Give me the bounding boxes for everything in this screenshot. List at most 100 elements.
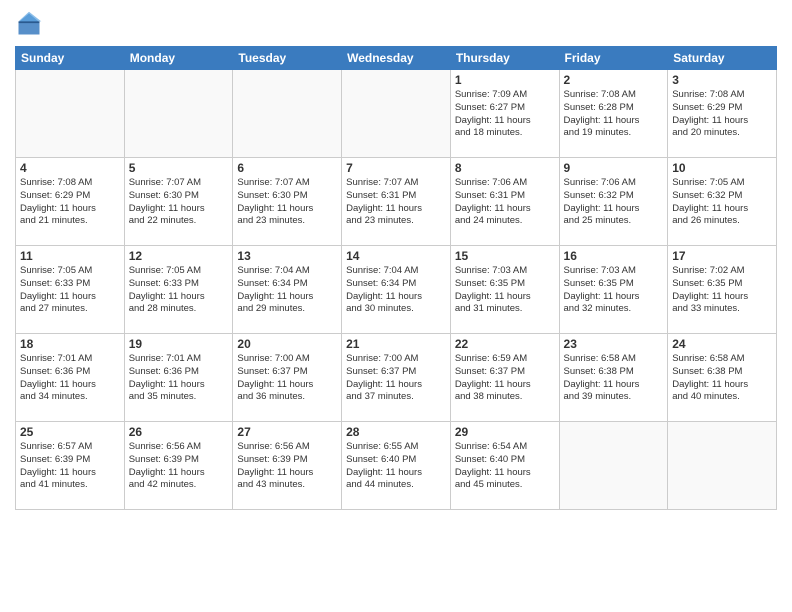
calendar-cell: 29 Sunrise: 6:54 AM Sunset: 6:40 PM Dayli… (450, 422, 559, 510)
day-info: Sunrise: 7:08 AM Sunset: 6:28 PM Dayligh… (564, 89, 664, 140)
day-number: 16 (564, 249, 664, 263)
day-number: 14 (346, 249, 446, 263)
day-info: Sunrise: 7:07 AM Sunset: 6:30 PM Dayligh… (237, 177, 337, 228)
calendar-cell (16, 70, 125, 158)
calendar-cell: 7 Sunrise: 7:07 AM Sunset: 6:31 PM Daylig… (342, 158, 451, 246)
logo-icon (15, 10, 43, 38)
day-number: 24 (672, 337, 772, 351)
day-number: 7 (346, 161, 446, 175)
calendar-cell: 25 Sunrise: 6:57 AM Sunset: 6:39 PM Dayli… (16, 422, 125, 510)
day-number: 23 (564, 337, 664, 351)
calendar-cell: 12 Sunrise: 7:05 AM Sunset: 6:33 PM Dayli… (124, 246, 233, 334)
calendar-cell: 2 Sunrise: 7:08 AM Sunset: 6:28 PM Daylig… (559, 70, 668, 158)
calendar-cell: 22 Sunrise: 6:59 AM Sunset: 6:37 PM Dayli… (450, 334, 559, 422)
day-number: 15 (455, 249, 555, 263)
calendar-header-sunday: Sunday (16, 47, 125, 70)
day-number: 13 (237, 249, 337, 263)
day-number: 19 (129, 337, 229, 351)
day-info: Sunrise: 7:05 AM Sunset: 6:33 PM Dayligh… (129, 265, 229, 316)
calendar-cell: 26 Sunrise: 6:56 AM Sunset: 6:39 PM Dayli… (124, 422, 233, 510)
day-number: 18 (20, 337, 120, 351)
calendar-cell: 27Sunrise: 6:56 AM Sunset: 6:39 PM Dayli… (233, 422, 342, 510)
calendar-cell (342, 70, 451, 158)
day-info: Sunrise: 6:54 AM Sunset: 6:40 PM Dayligh… (455, 441, 555, 492)
week-row-5: 25 Sunrise: 6:57 AM Sunset: 6:39 PM Dayli… (16, 422, 777, 510)
day-info: Sunrise: 7:04 AM Sunset: 6:34 PM Dayligh… (237, 265, 337, 316)
day-number: 26 (129, 425, 229, 439)
calendar-cell: 4Sunrise: 7:08 AM Sunset: 6:29 PM Daylig… (16, 158, 125, 246)
calendar: SundayMondayTuesdayWednesdayThursdayFrid… (15, 46, 777, 510)
day-info: Sunrise: 7:03 AM Sunset: 6:35 PM Dayligh… (455, 265, 555, 316)
day-number: 4 (20, 161, 120, 175)
day-info: Sunrise: 7:09 AM Sunset: 6:27 PM Dayligh… (455, 89, 555, 140)
day-info: Sunrise: 7:01 AM Sunset: 6:36 PM Dayligh… (20, 353, 120, 404)
calendar-cell: 16 Sunrise: 7:03 AM Sunset: 6:35 PM Dayli… (559, 246, 668, 334)
calendar-cell: 17Sunrise: 7:02 AM Sunset: 6:35 PM Dayli… (668, 246, 777, 334)
header (15, 10, 777, 38)
week-row-4: 18 Sunrise: 7:01 AM Sunset: 6:36 PM Dayli… (16, 334, 777, 422)
calendar-cell (124, 70, 233, 158)
calendar-cell: 10 Sunrise: 7:05 AM Sunset: 6:32 PM Dayli… (668, 158, 777, 246)
calendar-cell (559, 422, 668, 510)
day-info: Sunrise: 7:00 AM Sunset: 6:37 PM Dayligh… (237, 353, 337, 404)
week-row-3: 11Sunrise: 7:05 AM Sunset: 6:33 PM Dayli… (16, 246, 777, 334)
day-number: 5 (129, 161, 229, 175)
calendar-cell: 13 Sunrise: 7:04 AM Sunset: 6:34 PM Dayli… (233, 246, 342, 334)
calendar-cell (668, 422, 777, 510)
calendar-cell: 3Sunrise: 7:08 AM Sunset: 6:29 PM Daylig… (668, 70, 777, 158)
day-info: Sunrise: 7:05 AM Sunset: 6:32 PM Dayligh… (672, 177, 772, 228)
day-number: 8 (455, 161, 555, 175)
calendar-header-saturday: Saturday (668, 47, 777, 70)
day-info: Sunrise: 7:01 AM Sunset: 6:36 PM Dayligh… (129, 353, 229, 404)
day-info: Sunrise: 7:04 AM Sunset: 6:34 PM Dayligh… (346, 265, 446, 316)
day-info: Sunrise: 7:05 AM Sunset: 6:33 PM Dayligh… (20, 265, 120, 316)
day-number: 22 (455, 337, 555, 351)
day-info: Sunrise: 7:08 AM Sunset: 6:29 PM Dayligh… (672, 89, 772, 140)
calendar-cell: 14 Sunrise: 7:04 AM Sunset: 6:34 PM Dayli… (342, 246, 451, 334)
day-info: Sunrise: 7:00 AM Sunset: 6:37 PM Dayligh… (346, 353, 446, 404)
day-info: Sunrise: 7:06 AM Sunset: 6:31 PM Dayligh… (455, 177, 555, 228)
week-row-1: 1 Sunrise: 7:09 AM Sunset: 6:27 PM Daylig… (16, 70, 777, 158)
calendar-header-thursday: Thursday (450, 47, 559, 70)
calendar-cell: 9Sunrise: 7:06 AM Sunset: 6:32 PM Daylig… (559, 158, 668, 246)
week-row-2: 4Sunrise: 7:08 AM Sunset: 6:29 PM Daylig… (16, 158, 777, 246)
day-info: Sunrise: 6:58 AM Sunset: 6:38 PM Dayligh… (564, 353, 664, 404)
logo (15, 10, 47, 38)
calendar-cell: 21 Sunrise: 7:00 AM Sunset: 6:37 PM Dayli… (342, 334, 451, 422)
day-info: Sunrise: 6:57 AM Sunset: 6:39 PM Dayligh… (20, 441, 120, 492)
calendar-cell: 20 Sunrise: 7:00 AM Sunset: 6:37 PM Dayli… (233, 334, 342, 422)
day-info: Sunrise: 6:56 AM Sunset: 6:39 PM Dayligh… (129, 441, 229, 492)
day-number: 12 (129, 249, 229, 263)
day-info: Sunrise: 6:56 AM Sunset: 6:39 PM Dayligh… (237, 441, 337, 492)
calendar-cell: 24 Sunrise: 6:58 AM Sunset: 6:38 PM Dayli… (668, 334, 777, 422)
day-number: 2 (564, 73, 664, 87)
calendar-cell: 28 Sunrise: 6:55 AM Sunset: 6:40 PM Dayli… (342, 422, 451, 510)
day-info: Sunrise: 7:07 AM Sunset: 6:31 PM Dayligh… (346, 177, 446, 228)
calendar-header-tuesday: Tuesday (233, 47, 342, 70)
calendar-cell: 15 Sunrise: 7:03 AM Sunset: 6:35 PM Dayli… (450, 246, 559, 334)
calendar-cell: 11Sunrise: 7:05 AM Sunset: 6:33 PM Dayli… (16, 246, 125, 334)
calendar-header-row: SundayMondayTuesdayWednesdayThursdayFrid… (16, 47, 777, 70)
day-number: 20 (237, 337, 337, 351)
day-info: Sunrise: 7:03 AM Sunset: 6:35 PM Dayligh… (564, 265, 664, 316)
calendar-cell: 6 Sunrise: 7:07 AM Sunset: 6:30 PM Daylig… (233, 158, 342, 246)
calendar-cell: 23 Sunrise: 6:58 AM Sunset: 6:38 PM Dayli… (559, 334, 668, 422)
day-info: Sunrise: 6:59 AM Sunset: 6:37 PM Dayligh… (455, 353, 555, 404)
day-number: 10 (672, 161, 772, 175)
day-number: 25 (20, 425, 120, 439)
calendar-header-wednesday: Wednesday (342, 47, 451, 70)
calendar-cell: 8 Sunrise: 7:06 AM Sunset: 6:31 PM Daylig… (450, 158, 559, 246)
day-info: Sunrise: 7:02 AM Sunset: 6:35 PM Dayligh… (672, 265, 772, 316)
day-info: Sunrise: 6:58 AM Sunset: 6:38 PM Dayligh… (672, 353, 772, 404)
day-number: 28 (346, 425, 446, 439)
day-info: Sunrise: 7:07 AM Sunset: 6:30 PM Dayligh… (129, 177, 229, 228)
calendar-cell: 1 Sunrise: 7:09 AM Sunset: 6:27 PM Daylig… (450, 70, 559, 158)
day-number: 1 (455, 73, 555, 87)
day-number: 29 (455, 425, 555, 439)
calendar-cell: 18 Sunrise: 7:01 AM Sunset: 6:36 PM Dayli… (16, 334, 125, 422)
calendar-cell: 19 Sunrise: 7:01 AM Sunset: 6:36 PM Dayli… (124, 334, 233, 422)
day-number: 6 (237, 161, 337, 175)
day-info: Sunrise: 7:06 AM Sunset: 6:32 PM Dayligh… (564, 177, 664, 228)
day-info: Sunrise: 6:55 AM Sunset: 6:40 PM Dayligh… (346, 441, 446, 492)
day-number: 21 (346, 337, 446, 351)
